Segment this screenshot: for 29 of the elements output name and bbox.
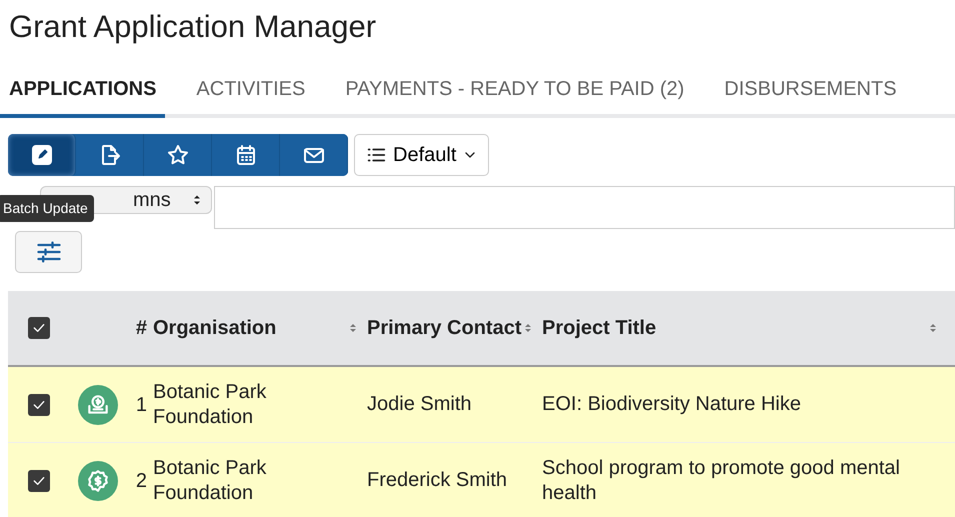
tab[interactable]: PAYMENTS - READY TO BE PAID (2): [336, 66, 694, 118]
row-checkbox[interactable]: [28, 394, 50, 416]
tab[interactable]: ACTIVITIES: [187, 66, 314, 118]
column-header[interactable]: Project Title: [542, 316, 656, 340]
table-cell: EOI: Biodiversity Nature Hike: [542, 393, 801, 415]
select-all-checkbox[interactable]: [28, 317, 50, 339]
page-title: Grant Application Manager: [9, 8, 378, 46]
row-checkbox[interactable]: [28, 470, 50, 492]
filter-button[interactable]: [15, 231, 82, 273]
edit-button[interactable]: [8, 134, 76, 176]
tab[interactable]: DISBURSEMENTS: [715, 66, 906, 118]
column-header[interactable]: Organisation: [153, 316, 276, 340]
dollar-seal-icon: [78, 460, 118, 500]
tab[interactable]: APPLICATIONS: [0, 66, 166, 118]
search-field[interactable]: [214, 186, 955, 229]
table-cell: 2: [136, 470, 147, 492]
table-cell: Botanic Park Foundation: [153, 380, 266, 428]
tooltip: Batch Update: [0, 195, 94, 222]
money-tray-icon: [78, 384, 118, 424]
table-cell: Jodie Smith: [367, 393, 472, 415]
column-header[interactable]: Primary Contact: [367, 316, 522, 340]
table-cell: 1: [136, 394, 147, 416]
view-dropdown[interactable]: Default: [354, 134, 490, 176]
table-cell: Frederick Smith: [367, 469, 508, 491]
star-icon: [166, 143, 190, 167]
column-header: #: [136, 317, 147, 339]
edit-icon: [30, 143, 54, 167]
table-cell: Botanic Park Foundation: [153, 456, 266, 504]
table-cell: School program to promote good mental health: [542, 456, 900, 504]
